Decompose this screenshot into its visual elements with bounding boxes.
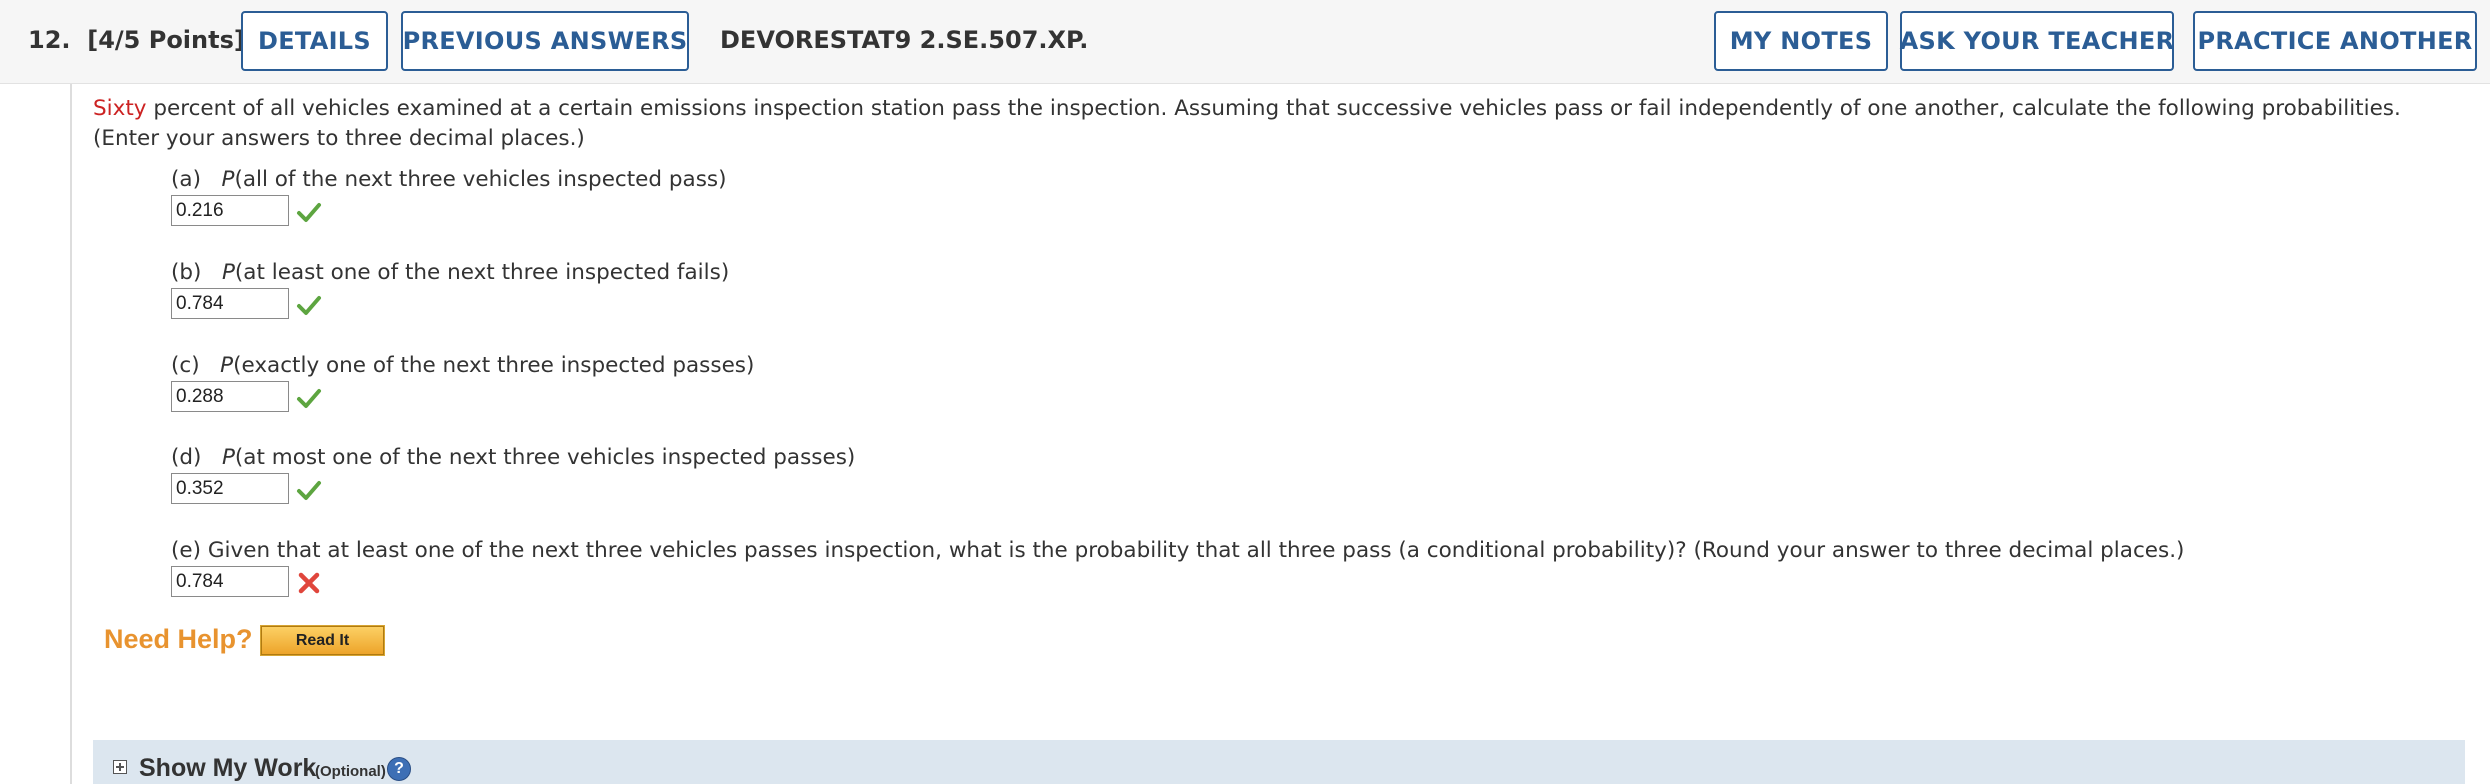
problem-statement: Sixty percent of all vehicles examined a…: [93, 94, 2423, 154]
check-icon: [297, 296, 321, 315]
left-divider: [70, 84, 72, 784]
problem-code: DEVORESTAT9 2.SE.507.XP.: [720, 26, 1089, 54]
ask-your-teacher-button[interactable]: ASK YOUR TEACHER: [1900, 11, 2174, 71]
show-my-work-title[interactable]: Show My Work: [139, 754, 316, 783]
my-notes-button[interactable]: MY NOTES: [1714, 11, 1888, 71]
problem-text: percent of all vehicles examined at a ce…: [93, 96, 2401, 151]
part-a-answer-input[interactable]: 0.216: [171, 195, 289, 226]
highlight-word: Sixty: [93, 96, 147, 121]
check-icon: [297, 389, 321, 408]
need-help-label: Need Help?: [104, 624, 253, 654]
part-e-answer-input[interactable]: 0.784: [171, 566, 289, 597]
x-icon: [298, 572, 320, 594]
check-icon: [297, 481, 321, 500]
part-d-label: (d) P(at most one of the next three vehi…: [171, 445, 856, 470]
part-b-answer-input[interactable]: 0.784: [171, 288, 289, 319]
show-my-work-bar[interactable]: Show My Work (Optional) ?: [93, 740, 2465, 784]
practice-another-button[interactable]: PRACTICE ANOTHER: [2193, 11, 2477, 71]
plus-box-icon[interactable]: [113, 760, 127, 774]
read-it-button[interactable]: Read It: [260, 625, 385, 656]
question-number: 12. [4/5 Points]: [28, 26, 245, 54]
question-header: 12. [4/5 Points] DETAILS PREVIOUS ANSWER…: [0, 0, 2490, 84]
previous-answers-button[interactable]: PREVIOUS ANSWERS: [401, 11, 689, 71]
part-d-answer-input[interactable]: 0.352: [171, 473, 289, 504]
check-icon: [297, 203, 321, 222]
part-e-label: (e) Given that at least one of the next …: [171, 538, 2185, 563]
part-c-label: (c) P(exactly one of the next three insp…: [171, 353, 755, 378]
part-c-answer-input[interactable]: 0.288: [171, 381, 289, 412]
part-b-label: (b) P(at least one of the next three ins…: [171, 260, 730, 285]
points-label: [4/5 Points]: [87, 26, 245, 54]
optional-label: (Optional): [315, 763, 386, 780]
details-button[interactable]: DETAILS: [241, 11, 388, 71]
part-a-label: (a) P(all of the next three vehicles ins…: [171, 167, 727, 192]
question-circle-icon[interactable]: ?: [387, 757, 411, 781]
